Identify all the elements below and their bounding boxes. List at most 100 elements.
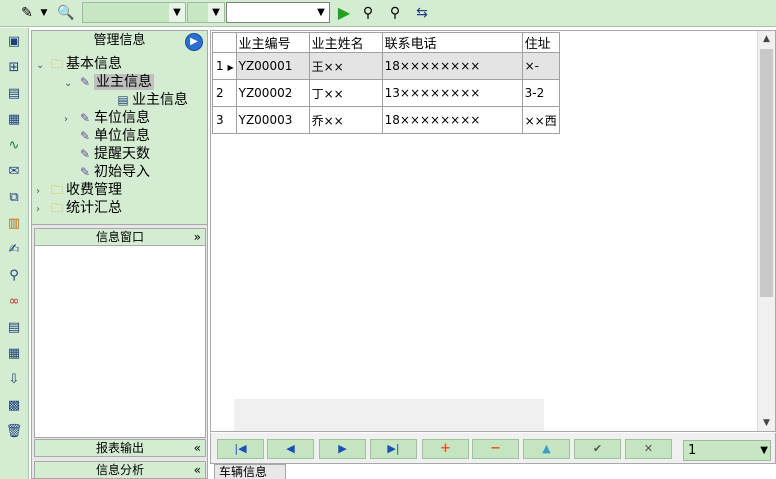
tree-node-owner-info-form[interactable]: ▤ 业主信息 xyxy=(114,91,188,109)
double-chevron-down-icon[interactable]: » xyxy=(194,229,201,245)
chevron-down-icon[interactable]: ▼ xyxy=(208,3,224,22)
find-icon[interactable]: ⚲ xyxy=(359,4,377,22)
info-window-header[interactable]: 信息窗口 » xyxy=(34,228,206,246)
cell-phone[interactable]: 18×××××××× xyxy=(381,106,523,134)
collapse-circle-icon[interactable]: ▶ xyxy=(185,33,203,51)
trash-icon[interactable]: 🗑 xyxy=(4,422,24,442)
tab-vehicle-info[interactable]: 车辆信息 xyxy=(214,464,286,479)
expand-icon[interactable]: › xyxy=(36,201,48,219)
expand-icon[interactable]: ⌄ xyxy=(64,75,76,93)
vertical-scrollbar[interactable]: ▲ ▼ xyxy=(757,31,775,431)
pencil-icon[interactable]: ✎ xyxy=(18,4,36,22)
mail-check-icon[interactable]: ✉ xyxy=(4,162,24,182)
cell-phone[interactable]: 13×××××××× xyxy=(381,79,523,107)
scrollbar-thumb[interactable] xyxy=(760,49,773,297)
refresh-icon[interactable]: ⇆ xyxy=(413,4,431,22)
table-row[interactable]: 2 YZ00002 丁×× 13×××××××× 3-2 xyxy=(212,79,560,107)
grid-empty-area xyxy=(234,399,544,431)
double-chevron-left-icon[interactable]: « xyxy=(194,440,201,456)
tree-node-reminder-days[interactable]: ✎ 提醒天数 xyxy=(76,145,150,163)
table-row[interactable]: 1 ▶ YZ00001 王×× 18×××××××× ×- xyxy=(212,52,560,80)
filter-field-combo[interactable]: ▼ xyxy=(82,2,186,23)
cell-owner-id[interactable]: YZ00002 xyxy=(235,79,310,107)
search-doc-icon[interactable]: 🔍 xyxy=(57,4,75,22)
chart-icon[interactable]: ∿ xyxy=(4,136,24,156)
scroll-up-icon[interactable]: ▲ xyxy=(758,31,775,47)
expand-icon[interactable]: ⌄ xyxy=(36,57,48,75)
tree-node-fee-management[interactable]: › 🗀 收费管理 xyxy=(36,181,122,199)
cell-owner-id[interactable]: YZ00001 xyxy=(235,52,310,80)
first-record-button[interactable]: |◀ xyxy=(217,439,264,459)
cell-address[interactable]: ××西 xyxy=(521,106,560,134)
tree-node-statistics[interactable]: › 🗀 统计汇总 xyxy=(36,199,122,217)
chevron-down-icon[interactable]: ▼ xyxy=(169,3,185,22)
column-header[interactable]: 联系电话 xyxy=(381,32,523,53)
cell-owner-name[interactable]: 乔×× xyxy=(308,106,383,134)
folder-icon: 🗀 xyxy=(50,201,63,215)
table-row[interactable]: 3 YZ00003 乔×× 18×××××××× ××西 xyxy=(212,106,560,134)
link-icon[interactable]: ∞ xyxy=(4,292,24,312)
next-record-button[interactable]: ▶ xyxy=(319,439,366,459)
tree-node-label: 提醒天数 xyxy=(94,146,150,162)
tree-node-label: 车位信息 xyxy=(94,110,150,126)
grid-icon[interactable]: ▩ xyxy=(4,396,24,416)
table-icon[interactable]: ▥ xyxy=(4,214,24,234)
scroll-down-icon[interactable]: ▼ xyxy=(758,415,775,431)
user-search-icon[interactable]: ⚲ xyxy=(4,266,24,286)
folder-icon: 🗀 xyxy=(50,57,63,71)
filter-value-combo[interactable]: ▼ xyxy=(226,2,330,23)
cancel-button[interactable]: ✕ xyxy=(625,439,672,459)
tree-node-owner-info[interactable]: ⌄ ✎ 业主信息 xyxy=(64,73,154,91)
nav-title: 管理信息 xyxy=(93,33,146,48)
page-select[interactable]: 1 ▼ xyxy=(683,440,771,461)
prev-record-button[interactable]: ◀ xyxy=(267,439,314,459)
row-number-text: 2 xyxy=(216,86,224,100)
column-header[interactable]: 住址 xyxy=(521,32,560,53)
report-icon[interactable]: ▤ xyxy=(4,318,24,338)
tree-node-label: 基本信息 xyxy=(66,56,122,72)
leaf-icon: ✎ xyxy=(79,129,91,143)
column-header[interactable]: 业主姓名 xyxy=(308,32,383,53)
cell-address[interactable]: ×- xyxy=(521,52,560,80)
network-icon[interactable]: ⊞ xyxy=(4,58,24,78)
window-icon[interactable]: ▣ xyxy=(4,32,24,52)
cell-phone[interactable]: 18×××××××× xyxy=(381,52,523,80)
column-header[interactable]: 业主编号 xyxy=(235,32,310,53)
edit-doc-icon[interactable]: ✍ xyxy=(4,240,24,260)
info-analysis-tab[interactable]: 信息分析 « xyxy=(34,461,206,479)
tree-node-initial-import[interactable]: ✎ 初始导入 xyxy=(76,163,150,181)
report-output-tab[interactable]: 报表输出 « xyxy=(34,439,206,457)
run-icon[interactable]: ▶ xyxy=(335,4,353,22)
delete-record-button[interactable]: − xyxy=(472,439,519,459)
report-output-label: 报表输出 xyxy=(95,441,144,455)
row-number-text: 1 xyxy=(216,59,224,73)
cell-address[interactable]: 3-2 xyxy=(521,79,560,107)
current-row-marker: ▶ xyxy=(227,63,234,72)
filter-operator-combo[interactable]: ▼ xyxy=(187,2,225,23)
confirm-button[interactable]: ✔ xyxy=(574,439,621,459)
export-icon[interactable]: ⧉ xyxy=(4,188,24,208)
cell-owner-name[interactable]: 王×× xyxy=(308,52,383,80)
list-doc-icon[interactable]: ▦ xyxy=(4,344,24,364)
row-number: 1 ▶ xyxy=(212,52,237,80)
last-record-button[interactable]: ▶| xyxy=(370,439,417,459)
dropdown-arrow-icon[interactable]: ▼ xyxy=(38,4,50,22)
tree-node-basic-info[interactable]: ⌄ 🗀 基本信息 xyxy=(36,55,122,73)
document-icon[interactable]: ▦ xyxy=(4,110,24,130)
find-next-icon[interactable]: ⚲ xyxy=(386,4,404,22)
double-chevron-left-icon[interactable]: « xyxy=(194,462,201,478)
import-icon[interactable]: ⇩ xyxy=(4,370,24,390)
chevron-down-icon[interactable]: ▼ xyxy=(313,3,329,22)
add-record-button[interactable]: + xyxy=(422,439,469,459)
tree-node-unit-info[interactable]: ✎ 单位信息 xyxy=(76,127,150,145)
row-indicator-header xyxy=(212,32,237,53)
cell-owner-id[interactable]: YZ00003 xyxy=(235,106,310,134)
tree-node-parking-info[interactable]: › ✎ 车位信息 xyxy=(64,109,150,127)
cell-owner-name[interactable]: 丁×× xyxy=(308,79,383,107)
left-icon-bar: ▣ ⊞ ▤ ▦ ∿ ✉ ⧉ ▥ ✍ ⚲ ∞ ▤ ▦ ⇩ ▩ 🗑 xyxy=(0,28,29,479)
chevron-down-icon[interactable]: ▼ xyxy=(760,441,768,460)
form-icon: ▤ xyxy=(117,93,129,107)
form-icon[interactable]: ▤ xyxy=(4,84,24,104)
expand-icon[interactable]: › xyxy=(64,111,76,129)
move-up-button[interactable]: ▲ xyxy=(523,439,570,459)
